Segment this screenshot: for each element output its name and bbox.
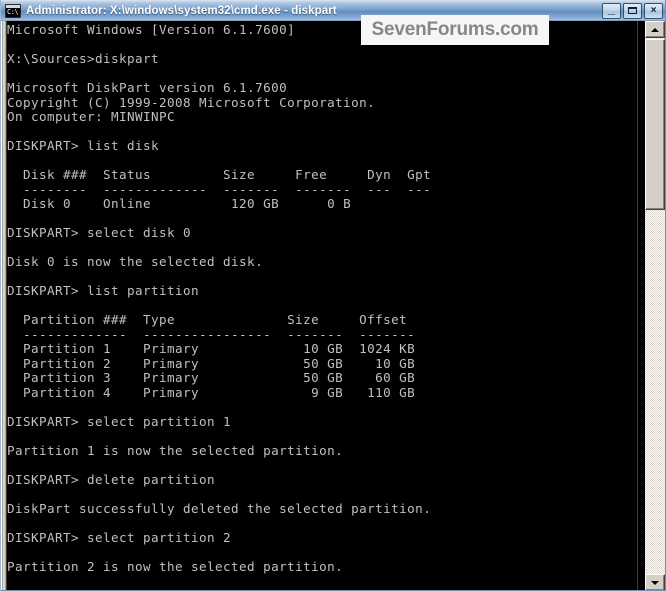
- console-line: DISKPART> select partition 1: [7, 413, 232, 429]
- minimize-button[interactable]: _: [602, 1, 621, 19]
- watermark-overlay: SevenForums.com: [361, 15, 549, 45]
- console-line: Disk ### Status Size Free Dyn Gpt: [7, 167, 432, 183]
- scroll-down-button[interactable]: [645, 574, 665, 590]
- console-line: X:\Sources>diskpart: [7, 51, 160, 67]
- chevron-up-icon: [651, 27, 659, 32]
- console-line: Disk 0 Online 120 GB 0 B: [7, 196, 352, 212]
- console-line: Partition 2 is now the selected partitio…: [7, 559, 344, 575]
- console-line: Partition 1 is now the selected partitio…: [7, 442, 344, 458]
- console-line: Partition 4 Primary 9 GB 110 GB: [7, 384, 416, 400]
- console-line: Microsoft DiskPart version 6.1.7600: [7, 80, 288, 96]
- maximize-button[interactable]: [623, 3, 642, 19]
- console-line: DISKPART> list partition: [7, 283, 200, 299]
- close-icon: ×: [650, 5, 657, 16]
- console-line: On computer: MINWINPC: [7, 109, 176, 125]
- cmd-window: C:\ Administrator: X:\windows\system32\c…: [0, 0, 666, 591]
- console-line: Partition 1 Primary 10 GB 1024 KB: [7, 341, 416, 357]
- console-line: Copyright (C) 1999-2008 Microsoft Corpor…: [7, 94, 376, 110]
- window-controls: _ ×: [602, 1, 663, 19]
- console-line: DISKPART> delete partition: [7, 471, 216, 487]
- vertical-scrollbar[interactable]: [637, 21, 665, 590]
- console-line: DiskPart successfully deleted the select…: [7, 501, 432, 517]
- scrollbar-thumb[interactable]: [645, 39, 665, 210]
- close-button[interactable]: ×: [644, 3, 663, 19]
- console-body: Microsoft Windows [Version 6.1.7600] X:\S…: [1, 21, 665, 590]
- cmd-icon: C:\: [5, 4, 21, 18]
- chevron-down-icon: [651, 580, 659, 585]
- minimize-icon: _: [607, 1, 616, 16]
- console-line: DISKPART> select partition 2: [7, 530, 232, 546]
- console-line: ------------- ---------------- ------- -…: [7, 326, 416, 342]
- console-line: DISKPART> list disk: [7, 138, 160, 154]
- console-line: -------- ------------- ------- ------- -…: [7, 181, 432, 197]
- console-line: Partition 3 Primary 50 GB 60 GB: [7, 370, 416, 386]
- console-line: Disk 0 is now the selected disk.: [7, 254, 264, 270]
- console-output[interactable]: Microsoft Windows [Version 6.1.7600] X:\S…: [7, 21, 639, 590]
- title-bar[interactable]: C:\ Administrator: X:\windows\system32\c…: [1, 0, 665, 21]
- scroll-up-button[interactable]: [645, 21, 665, 38]
- watermark-text: SevenForums.com: [371, 19, 539, 40]
- maximize-icon: [628, 7, 637, 14]
- console-line: DISKPART> select disk 0: [7, 225, 192, 241]
- console-line: Partition ### Type Size Offset: [7, 312, 408, 328]
- console-line: Partition 2 Primary 50 GB 10 GB: [7, 355, 416, 371]
- cmd-icon-label: C:\: [7, 8, 19, 16]
